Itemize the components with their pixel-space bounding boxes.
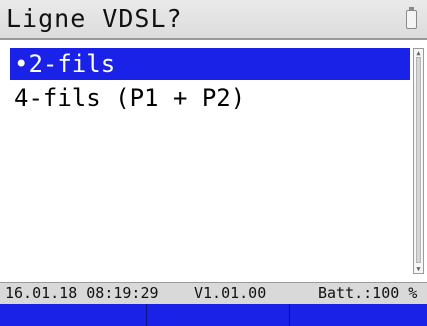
device-screen: Ligne VDSL? •2-fils 4-fils (P1 + P2) ▲ ▼…	[0, 0, 427, 326]
status-version: V1.01.00	[194, 284, 267, 302]
softkey-2[interactable]	[147, 304, 290, 326]
softkey-3[interactable]	[290, 304, 427, 326]
softkey-bar	[0, 304, 427, 326]
softkey-1[interactable]	[0, 304, 147, 326]
status-datetime: 16.01.18 08:19:29	[5, 284, 159, 302]
scroll-up-arrow-icon[interactable]: ▲	[415, 50, 422, 57]
scroll-thumb[interactable]	[416, 57, 421, 263]
title-bar: Ligne VDSL?	[0, 0, 427, 40]
status-battery: Batt.:100 %	[318, 284, 418, 302]
battery-icon	[406, 7, 417, 29]
page-title: Ligne VDSL?	[6, 4, 183, 33]
option-list: •2-fils 4-fils (P1 + P2) ▲ ▼	[0, 42, 427, 282]
scrollbar[interactable]: ▲ ▼	[413, 48, 424, 274]
scroll-down-arrow-icon[interactable]: ▼	[415, 266, 422, 273]
list-item-2-fils[interactable]: •2-fils	[10, 48, 410, 80]
list-item-4-fils[interactable]: 4-fils (P1 + P2)	[10, 82, 410, 114]
status-bar: 16.01.18 08:19:29 V1.01.00 Batt.:100 %	[0, 282, 427, 304]
